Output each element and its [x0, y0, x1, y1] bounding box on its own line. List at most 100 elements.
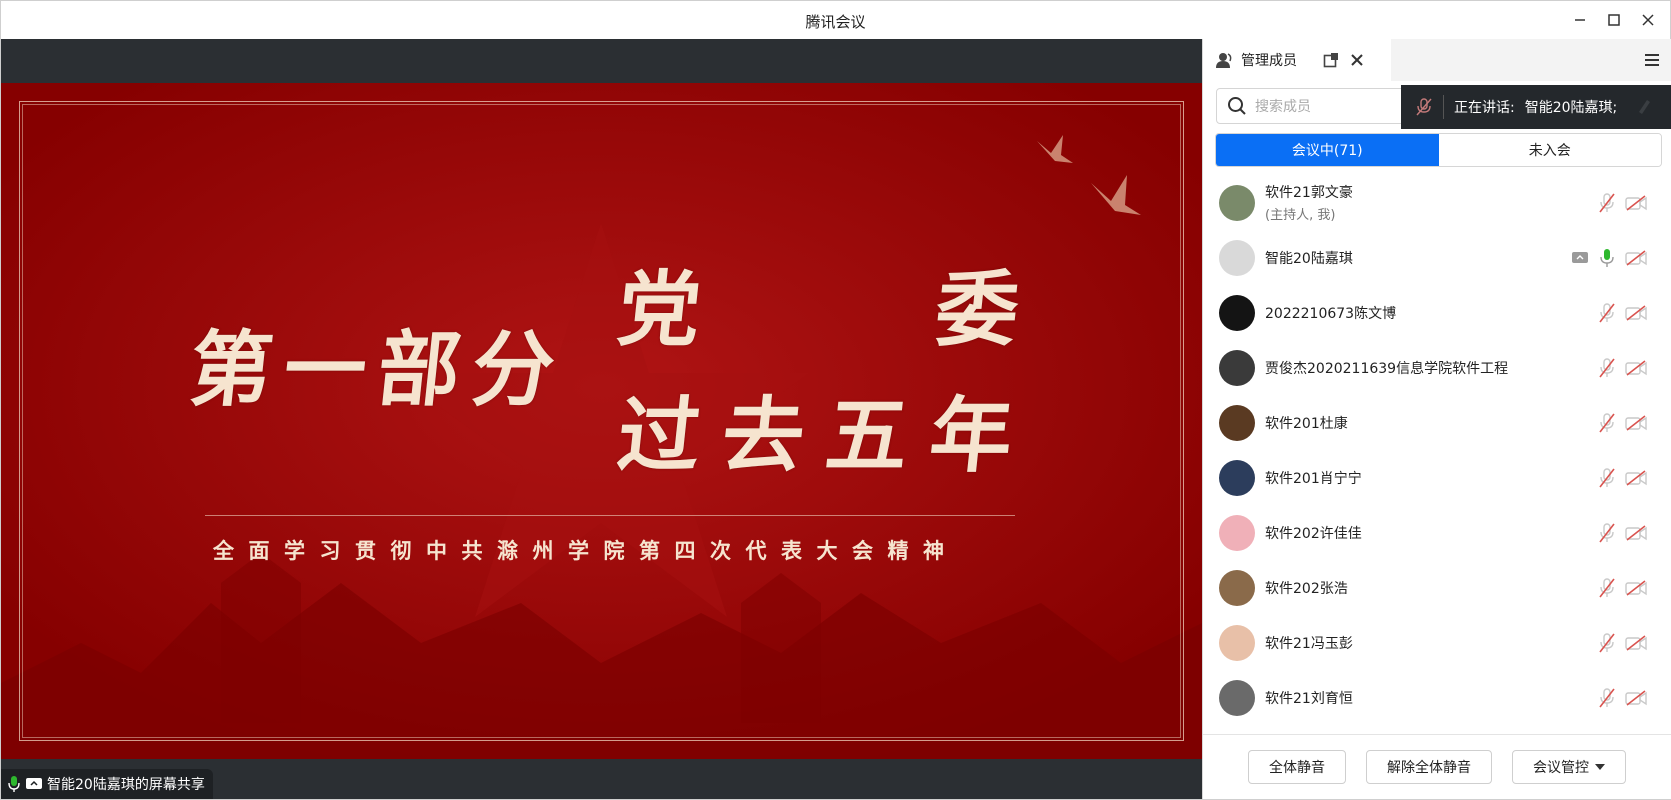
- manage-members-tab[interactable]: 管理成员: [1203, 39, 1391, 81]
- camera-off-icon[interactable]: [1625, 689, 1647, 706]
- member-name: 软件201肖宁宁: [1265, 470, 1362, 487]
- member-name: 软件201杜康: [1265, 415, 1348, 432]
- camera-off-icon[interactable]: [1625, 634, 1647, 651]
- member-row[interactable]: 软件201肖宁宁: [1203, 450, 1671, 505]
- close-window-button[interactable]: [1637, 9, 1659, 31]
- tab-in-meeting[interactable]: 会议中(71): [1216, 134, 1439, 166]
- member-info: 软件21郭文豪 (主持人, 我): [1265, 182, 1353, 223]
- camera-off-icon[interactable]: [1625, 304, 1647, 321]
- member-status-icons: [1571, 230, 1647, 285]
- member-info: 智能20陆嘉琪: [1265, 248, 1353, 268]
- member-row[interactable]: 软件21刘育恒: [1203, 670, 1671, 725]
- camera-off-icon[interactable]: [1625, 579, 1647, 596]
- camera-off-icon[interactable]: [1625, 469, 1647, 486]
- member-row[interactable]: 软件21冯玉彭: [1203, 615, 1671, 670]
- mic-muted-icon[interactable]: [1599, 522, 1615, 543]
- camera-off-icon[interactable]: [1625, 249, 1647, 266]
- members-icon: [1216, 53, 1232, 68]
- slide-divider: [205, 515, 1015, 516]
- avatar: [1219, 349, 1255, 386]
- unmute-all-button[interactable]: 解除全体静音: [1366, 750, 1492, 784]
- avatar: [1219, 459, 1255, 496]
- member-status-icons: [1599, 395, 1647, 450]
- member-status-tabs: 会议中(71) 未入会: [1215, 133, 1662, 167]
- member-info: 软件201肖宁宁: [1265, 468, 1362, 488]
- chevron-down-icon: [1595, 764, 1605, 770]
- member-row[interactable]: 软件201杜康: [1203, 395, 1671, 450]
- member-info: 软件201杜康: [1265, 413, 1348, 433]
- presentation-slide: 第一部分 党 委 过去五年 全面学习贯彻中共滁州学院第四次代表大会精神: [1, 83, 1202, 759]
- menu-icon[interactable]: [1643, 51, 1661, 69]
- member-row[interactable]: 软件202张浩: [1203, 560, 1671, 615]
- member-name: 软件21冯玉彭: [1265, 635, 1353, 652]
- member-info: 软件202许佳佳: [1265, 523, 1362, 543]
- mute-all-button[interactable]: 全体静音: [1248, 750, 1346, 784]
- minimize-button[interactable]: [1569, 9, 1591, 31]
- camera-off-icon[interactable]: [1625, 414, 1647, 431]
- avatar: [1219, 514, 1255, 551]
- mic-muted-icon[interactable]: [1599, 632, 1615, 653]
- mic-active-icon[interactable]: [1599, 248, 1615, 268]
- mic-muted-icon: [1416, 98, 1432, 116]
- manage-members-label: 管理成员: [1241, 53, 1297, 69]
- member-row[interactable]: 智能20陆嘉琪: [1203, 230, 1671, 285]
- member-name: 软件21郭文豪: [1265, 185, 1353, 201]
- member-info: 软件21刘育恒: [1265, 688, 1353, 708]
- mic-active-icon: [8, 776, 20, 792]
- member-info: 2022210673陈文博: [1265, 303, 1396, 323]
- avatar: [1219, 679, 1255, 716]
- slide-heading-part: 第一部分: [185, 322, 572, 418]
- member-row[interactable]: 软件202许佳佳: [1203, 505, 1671, 560]
- member-status-icons: [1599, 450, 1647, 505]
- camera-off-icon[interactable]: [1625, 359, 1647, 376]
- member-info: 软件202张浩: [1265, 578, 1348, 598]
- avatar: [1219, 184, 1255, 221]
- camera-off-icon[interactable]: [1625, 524, 1647, 541]
- member-status-icons: [1599, 340, 1647, 395]
- mic-muted-icon[interactable]: [1599, 192, 1615, 213]
- member-info: 软件21冯玉彭: [1265, 633, 1353, 653]
- member-info: 贾俊杰2020211639信息学院软件工程: [1265, 358, 1508, 378]
- close-panel-icon[interactable]: [1349, 52, 1365, 68]
- member-row[interactable]: 软件21郭文豪 (主持人, 我): [1203, 175, 1671, 230]
- member-name: 2022210673陈文博: [1265, 305, 1397, 322]
- avatar: [1219, 404, 1255, 441]
- member-row[interactable]: 贾俊杰2020211639信息学院软件工程: [1203, 340, 1671, 395]
- avatar: [1219, 569, 1255, 606]
- avatar: [1219, 624, 1255, 661]
- mic-muted-icon[interactable]: [1599, 577, 1615, 598]
- panel-footer: 全体静音 解除全体静音 会议管控: [1203, 734, 1671, 799]
- member-status-icons: [1599, 560, 1647, 615]
- member-status-icons: [1599, 175, 1647, 230]
- speaking-indicator: 正在讲话: 智能20陆嘉琪;: [1401, 85, 1671, 129]
- tab-not-joined[interactable]: 未入会: [1438, 134, 1661, 166]
- member-name: 软件202张浩: [1265, 580, 1348, 597]
- mic-muted-icon[interactable]: [1599, 412, 1615, 433]
- speaking-label: 正在讲话:: [1454, 100, 1515, 116]
- search-placeholder: 搜索成员: [1255, 99, 1311, 115]
- screen-share-status: 智能20陆嘉琪的屏幕共享: [1, 769, 213, 799]
- mic-muted-icon[interactable]: [1599, 687, 1615, 708]
- window-title: 腾讯会议: [805, 13, 866, 31]
- app-window: 腾讯会议 第一部分 党 委 过去五年 全面学习贯彻中共滁州学院第四次代表大会精神…: [0, 0, 1671, 800]
- meeting-controls-button[interactable]: 会议管控: [1512, 750, 1626, 784]
- camera-off-icon[interactable]: [1625, 194, 1647, 211]
- slide-heading-party: 党: [613, 262, 710, 358]
- member-row[interactable]: 2022210673陈文博: [1203, 285, 1671, 340]
- shared-screen-area[interactable]: 第一部分 党 委 过去五年 全面学习贯彻中共滁州学院第四次代表大会精神 智能20…: [1, 39, 1202, 799]
- pop-out-icon[interactable]: [1323, 52, 1339, 68]
- speaking-name: 智能20陆嘉琪;: [1524, 100, 1618, 116]
- member-status-icons: [1599, 670, 1647, 725]
- screen-share-icon: [26, 778, 42, 789]
- mic-muted-icon[interactable]: [1599, 302, 1615, 323]
- panel-header-bar: [1391, 39, 1671, 81]
- slide-heading-committee: 委: [931, 262, 1024, 358]
- maximize-icon: [1608, 14, 1620, 26]
- mic-muted-icon[interactable]: [1599, 467, 1615, 488]
- slide-heading-years: 过去五年: [613, 388, 1040, 484]
- avatar: [1219, 239, 1255, 276]
- mic-muted-icon[interactable]: [1599, 357, 1615, 378]
- member-role: (主持人, 我): [1265, 208, 1336, 223]
- maximize-button[interactable]: [1603, 9, 1625, 31]
- pin-icon[interactable]: [1635, 98, 1651, 116]
